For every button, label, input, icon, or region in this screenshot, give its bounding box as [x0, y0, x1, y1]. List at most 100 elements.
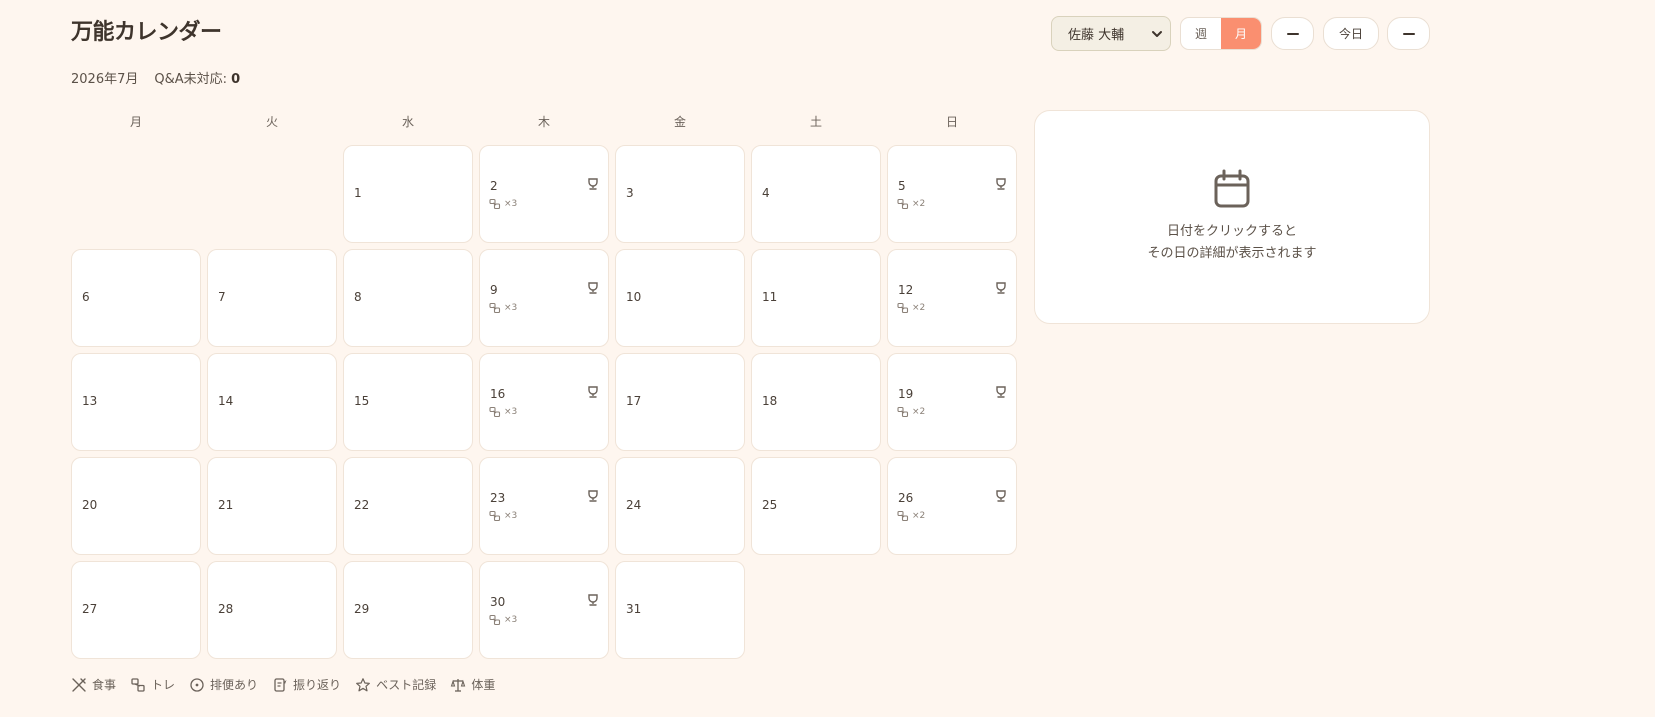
- training-count-label: ×3: [504, 303, 518, 313]
- day-cell[interactable]: 18: [751, 353, 881, 451]
- next-month-button[interactable]: [1387, 17, 1430, 50]
- day-cell[interactable]: 29: [343, 561, 473, 659]
- day-number: 20: [82, 498, 98, 512]
- day-number: 30: [490, 595, 506, 609]
- calendar-app: 万能カレンダー 2026年7月 Q&A未対応: 0 佐藤 大輔 週 月 今日 月火…: [0, 0, 1655, 717]
- day-cell[interactable]: 26 ×2: [887, 457, 1017, 555]
- day-number: 27: [82, 602, 98, 616]
- weekday-label: 月: [129, 115, 142, 129]
- day-cell[interactable]: 1: [343, 145, 473, 243]
- view-week-button[interactable]: 週: [1181, 18, 1221, 49]
- training-count-label: ×2: [912, 407, 926, 417]
- day-cell[interactable]: 21: [207, 457, 337, 555]
- day-cell[interactable]: 7: [207, 249, 337, 347]
- weekday-label: 土: [809, 115, 822, 129]
- legend-label: トレ: [151, 678, 176, 692]
- training-icon: [489, 614, 501, 626]
- view-toggle: 週 月: [1180, 17, 1262, 50]
- day-cell[interactable]: 27: [71, 561, 201, 659]
- day-cell[interactable]: 20: [71, 457, 201, 555]
- training-count: ×3: [489, 614, 517, 626]
- today-button[interactable]: 今日: [1323, 17, 1379, 50]
- training-icon: [489, 198, 501, 210]
- training-count: ×3: [489, 198, 517, 210]
- training-count-label: ×3: [504, 407, 518, 417]
- day-number: 2: [490, 179, 498, 193]
- day-number: 31: [626, 602, 642, 616]
- trophy-icon: [994, 280, 1008, 294]
- legend-label: 体重: [471, 678, 496, 692]
- trophy-icon: [586, 488, 600, 502]
- day-number: 19: [898, 387, 914, 401]
- training-icon: [489, 302, 501, 314]
- training-count: ×3: [489, 302, 517, 314]
- day-number: 3: [626, 186, 634, 200]
- day-cell[interactable]: 30 ×3: [479, 561, 609, 659]
- day-cell[interactable]: 28: [207, 561, 337, 659]
- training-count-label: ×2: [912, 511, 926, 521]
- day-cell[interactable]: 10: [615, 249, 745, 347]
- day-cell[interactable]: 12 ×2: [887, 249, 1017, 347]
- meal-icon: [71, 677, 92, 693]
- user-select-value: 佐藤 大輔: [1068, 28, 1125, 43]
- day-number: 13: [82, 394, 98, 408]
- user-select[interactable]: 佐藤 大輔: [1051, 16, 1171, 51]
- day-number: 21: [218, 498, 234, 512]
- day-cell[interactable]: 25: [751, 457, 881, 555]
- training-count: ×3: [489, 510, 517, 522]
- day-number: 4: [762, 186, 770, 200]
- day-number: 28: [218, 602, 234, 616]
- legend-label: ベスト記録: [376, 678, 437, 692]
- month-label: 2026年7月: [71, 72, 139, 87]
- day-cell[interactable]: 19 ×2: [887, 353, 1017, 451]
- day-cell[interactable]: 16 ×3: [479, 353, 609, 451]
- day-cell[interactable]: 24: [615, 457, 745, 555]
- training-count: ×3: [489, 406, 517, 418]
- day-cell[interactable]: 31: [615, 561, 745, 659]
- weekday-label: 木: [537, 115, 550, 129]
- day-cell[interactable]: 5 ×2: [887, 145, 1017, 243]
- legend-item: 排便あり: [189, 676, 258, 694]
- day-cell[interactable]: 2 ×3: [479, 145, 609, 243]
- day-cell[interactable]: 13: [71, 353, 201, 451]
- qa-label: Q&A未対応:: [154, 72, 228, 87]
- weekday-label: 日: [945, 115, 958, 129]
- day-cell[interactable]: 14: [207, 353, 337, 451]
- day-number: 17: [626, 394, 642, 408]
- training-icon: [897, 406, 909, 418]
- day-cell[interactable]: 23 ×3: [479, 457, 609, 555]
- day-number: 9: [490, 283, 498, 297]
- detail-hint-line2: その日の詳細が表示されます: [1147, 246, 1317, 261]
- training-count: ×2: [897, 198, 925, 210]
- view-month-button[interactable]: 月: [1221, 18, 1261, 49]
- star-icon: [355, 677, 376, 693]
- day-cell[interactable]: 22: [343, 457, 473, 555]
- legend-label: 排便あり: [210, 678, 259, 692]
- training-icon: [489, 406, 501, 418]
- day-cell[interactable]: 6: [71, 249, 201, 347]
- day-detail-panel: 日付をクリックすると その日の詳細が表示されます: [1034, 110, 1430, 324]
- day-cell[interactable]: 8: [343, 249, 473, 347]
- day-cell[interactable]: 3: [615, 145, 745, 243]
- day-cell[interactable]: 11: [751, 249, 881, 347]
- day-number: 12: [898, 283, 914, 297]
- trophy-icon: [586, 176, 600, 190]
- day-cell[interactable]: 9 ×3: [479, 249, 609, 347]
- day-cell[interactable]: 17: [615, 353, 745, 451]
- training-count-label: ×3: [504, 511, 518, 521]
- prev-month-button[interactable]: [1271, 17, 1314, 50]
- trophy-icon: [994, 384, 1008, 398]
- legend-item: 体重: [450, 676, 495, 694]
- day-cell[interactable]: 15: [343, 353, 473, 451]
- day-number: 22: [354, 498, 370, 512]
- bowel-icon: [189, 677, 210, 693]
- day-number: 7: [218, 290, 226, 304]
- day-number: 14: [218, 394, 234, 408]
- day-cell[interactable]: 4: [751, 145, 881, 243]
- training-count: ×2: [897, 510, 925, 522]
- trophy-icon: [586, 280, 600, 294]
- reflection-icon: [272, 677, 293, 693]
- legend-item: トレ: [130, 676, 175, 694]
- weekday-label: 金: [673, 115, 686, 129]
- training-count-label: ×2: [912, 199, 926, 209]
